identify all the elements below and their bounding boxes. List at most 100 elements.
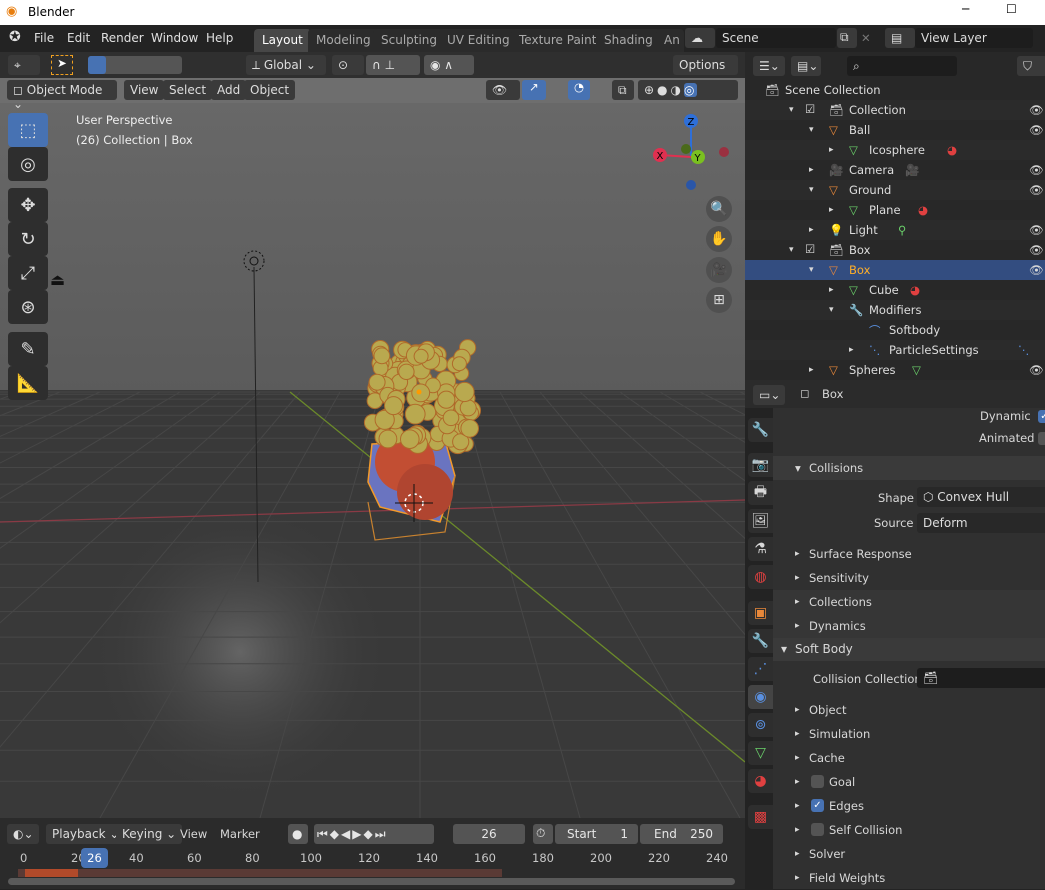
dynamic-checkbox[interactable]: ✓ — [1038, 410, 1045, 423]
tab-modifiers-icon[interactable]: 🔧 — [748, 629, 773, 653]
new-scene-icon[interactable]: ⧉ — [837, 28, 857, 48]
visibility-eye-icon[interactable]: 👁 — [1029, 183, 1044, 197]
end-frame-field[interactable]: End 250 — [640, 824, 723, 844]
collisions-panel-header[interactable]: ▾ Collisions — [773, 456, 1045, 480]
tab-view-layer-icon[interactable]: 🖼 — [748, 509, 773, 533]
filter-icon[interactable]: ⛉ — [1017, 56, 1045, 76]
expand-toggle-icon[interactable]: ▾ — [789, 245, 794, 255]
subpanel-edges[interactable]: ▸ ✓ Edges — [773, 794, 1045, 818]
data-icon[interactable]: ⚲ — [898, 223, 906, 237]
start-frame-field[interactable]: Start 1 — [555, 824, 638, 844]
3d-viewport[interactable]: ⌖ ➤ ⟂ Global ⌄ ⊙ ∩ ⊥ ◉ ∧ Options ⌄ ◻ Obj… — [0, 52, 745, 818]
camera-object-icon[interactable]: ⏏ — [50, 270, 65, 289]
tab-material-icon[interactable]: ◕ — [748, 769, 773, 793]
shading-buttons[interactable]: ⊕●◑◎ — [638, 80, 738, 100]
expand-toggle-icon[interactable]: ▸ — [809, 165, 814, 175]
filter-view-icon[interactable]: ▤⌄ — [791, 56, 821, 76]
subpanel-self-collision[interactable]: ▸ Self Collision — [773, 818, 1045, 842]
menu-add[interactable]: Add — [211, 80, 247, 100]
tab-shading[interactable]: Shading — [596, 29, 661, 52]
subpanel-sensitivity[interactable]: ▸ Sensitivity — [773, 566, 1045, 590]
expand-toggle-icon[interactable]: ▸ — [849, 345, 854, 355]
tab-modeling[interactable]: Modeling — [308, 29, 379, 52]
subpanel-object[interactable]: ▸ Object — [773, 698, 1045, 722]
tab-sculpting[interactable]: Sculpting — [373, 29, 446, 52]
subpanel-field-weights[interactable]: ▸ Field Weights — [773, 866, 1045, 890]
keying-dropdown[interactable]: Keying ⌄ — [116, 824, 183, 844]
menu-marker[interactable]: Marker — [220, 827, 260, 841]
tab-animation[interactable]: An — [656, 29, 684, 52]
delete-scene-icon[interactable]: ✕ — [861, 31, 871, 45]
visibility-eye-icon[interactable]: 👁 — [1029, 163, 1044, 177]
expand-toggle-icon[interactable]: ▸ — [809, 225, 814, 235]
rotate-tool[interactable]: ↻ — [8, 222, 48, 256]
subpanel-goal[interactable]: ▸ Goal — [773, 770, 1045, 794]
menu-help[interactable]: Help — [206, 31, 233, 45]
editor-type-icon[interactable]: ▭⌄ — [753, 385, 785, 405]
outliner-item-box[interactable]: ▾ ☑ 🗃 Box 👁 — [745, 240, 1045, 260]
view-layer-browse-icon[interactable]: ▤ — [885, 28, 915, 48]
menu-view[interactable]: View — [124, 80, 165, 100]
editor-type-icon[interactable]: ◐⌄ — [7, 824, 39, 844]
menu-render[interactable]: Render — [101, 31, 144, 45]
visibility-icon[interactable]: 👁 — [486, 80, 520, 100]
outliner-search-input[interactable]: ⌕ — [847, 56, 957, 76]
visibility-eye-icon[interactable]: 👁 — [1029, 243, 1044, 257]
outliner-item-plane[interactable]: ▸ ▽ Plane ◕ — [745, 200, 1045, 220]
zoom-view-icon[interactable]: 🔍 — [706, 196, 732, 222]
outliner-item-box[interactable]: ▾ ▽ Box 👁 — [745, 260, 1045, 280]
collision-collection-field[interactable]: 🗃 — [917, 668, 1045, 688]
subpanel-surface-response[interactable]: ▸ Surface Response — [773, 542, 1045, 566]
menu-select[interactable]: Select — [163, 80, 213, 100]
outliner-item-particlesettings[interactable]: ▸ ⋱ ParticleSettings ⋱ — [745, 340, 1045, 360]
outliner-item-softbody[interactable]: ⌒ Softbody — [745, 320, 1045, 340]
select-tool-icon[interactable]: ➤ — [51, 55, 73, 75]
visibility-eye-icon[interactable]: 👁 — [1029, 223, 1044, 237]
scene-name-field[interactable]: Scene — [716, 28, 836, 48]
tab-render-icon[interactable]: 📷 — [748, 453, 773, 477]
record-icon[interactable]: ● — [288, 824, 308, 844]
goal-checkbox[interactable] — [811, 775, 824, 788]
tab-texture-paint[interactable]: Texture Paint — [511, 29, 605, 52]
expand-toggle-icon[interactable]: ▾ — [809, 265, 814, 275]
pan-view-icon[interactable]: ✋ — [706, 226, 732, 252]
visibility-eye-icon[interactable]: 👁 — [1029, 123, 1044, 137]
expand-toggle-icon[interactable]: ▾ — [809, 185, 814, 195]
view-layer-field[interactable]: View Layer — [915, 28, 1033, 48]
scene-browse-icon[interactable]: ☁ — [685, 28, 715, 48]
visibility-eye-icon[interactable]: 👁 — [1029, 263, 1044, 277]
transform-orientation-dropdown[interactable]: ⟂ Global ⌄ — [246, 55, 326, 75]
navigation-gizmo[interactable]: Z X Y — [650, 112, 730, 192]
selection-mode-buttons[interactable] — [88, 56, 182, 74]
expand-toggle-icon[interactable]: ▾ — [809, 125, 814, 135]
visibility-eye-icon[interactable]: 👁 — [1029, 103, 1044, 117]
subpanel-solver[interactable]: ▸ Solver — [773, 842, 1045, 866]
timeline-scrollbar[interactable] — [8, 878, 735, 885]
tab-world-icon[interactable]: ◍ — [748, 565, 773, 589]
data-icon[interactable]: ◕ — [910, 283, 920, 297]
camera-view-icon[interactable]: 🎥 — [706, 257, 732, 283]
menu-window[interactable]: Window — [151, 31, 198, 45]
tab-object-icon[interactable]: ▣ — [748, 601, 773, 625]
expand-toggle-icon[interactable]: ▸ — [829, 145, 834, 155]
tab-physics-icon[interactable]: ◉ — [748, 685, 773, 709]
tab-constraints-icon[interactable]: ⊚ — [748, 713, 773, 737]
annotate-tool[interactable]: ✎ — [8, 332, 48, 366]
outliner-item-cube[interactable]: ▸ ▽ Cube ◕ — [745, 280, 1045, 300]
display-mode-icon[interactable]: ☰⌄ — [753, 56, 785, 76]
ortho-toggle-icon[interactable]: ⊞ — [706, 287, 732, 313]
data-icon[interactable]: 🎥 — [905, 163, 919, 177]
outliner-item-icosphere[interactable]: ▸ ▽ Icosphere ◕ — [745, 140, 1045, 160]
outliner-item-light[interactable]: ▸ 💡 Light ⚲ 👁 — [745, 220, 1045, 240]
subpanel-dynamics[interactable]: ▸ Dynamics — [773, 614, 1045, 638]
tab-tool-icon[interactable]: 🔧 — [748, 418, 773, 442]
proportional-edit-icon[interactable]: ◉ ∧ — [424, 55, 474, 75]
transform-pivot-icon[interactable]: ⌖ — [8, 55, 40, 75]
tab-uv-editing[interactable]: UV Editing — [439, 29, 518, 52]
outliner-item-modifiers[interactable]: ▾ 🔧 Modifiers — [745, 300, 1045, 320]
menu-view[interactable]: View — [180, 827, 207, 841]
exclude-checkbox[interactable]: ☑ — [805, 242, 815, 256]
overlays-icon[interactable]: ◔ — [568, 80, 590, 100]
outliner-item-ball[interactable]: ▾ ▽ Ball 👁 — [745, 120, 1045, 140]
menu-file[interactable]: File — [34, 31, 54, 45]
